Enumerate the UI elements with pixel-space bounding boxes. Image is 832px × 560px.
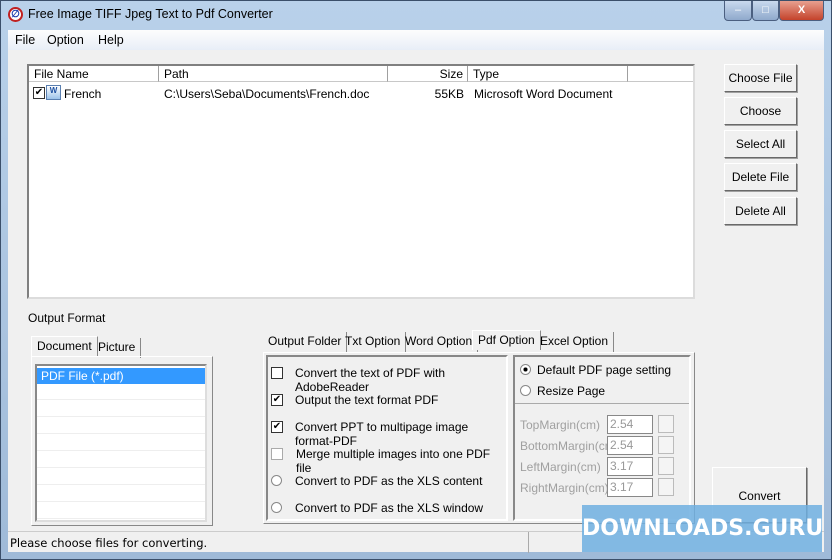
option-adobe-reader[interactable]: Convert the text of PDF with AdobeReader xyxy=(271,366,506,394)
bottom-margin-input[interactable]: 2.54 xyxy=(607,436,653,455)
left-margin-input[interactable]: 3.17 xyxy=(607,457,653,476)
radio-default-page[interactable]: Default PDF page setting xyxy=(520,363,685,377)
output-format-label: Output Format xyxy=(28,311,106,325)
row-checkbox[interactable]: ✔ xyxy=(33,87,45,99)
option-xls-window[interactable]: Convert to PDF as the XLS window xyxy=(271,501,506,515)
maximize-button[interactable]: □ xyxy=(752,1,779,21)
tab-output-folder[interactable]: Output Folder xyxy=(263,332,348,352)
file-list[interactable]: File Name Path Size Type ✔ W French C:\U… xyxy=(27,64,695,299)
tab-txt-option[interactable]: Txt Option xyxy=(340,332,407,352)
left-margin-row: LeftMargin(cm) 3.17 xyxy=(520,457,690,477)
divider xyxy=(515,403,689,404)
top-margin-input[interactable]: 2.54 xyxy=(607,415,653,434)
page-setting-group: Default PDF page setting Resize Page Top… xyxy=(513,355,691,521)
format-item-pdf[interactable]: PDF File (*.pdf) xyxy=(37,368,205,384)
bottom-margin-spinner[interactable] xyxy=(658,436,674,454)
right-margin-row: RightMargin(cm) 3.17 xyxy=(520,478,690,498)
option-text-format-pdf[interactable]: ✔ Output the text format PDF xyxy=(271,393,506,407)
option-ppt-multipage[interactable]: ✔ Convert PPT to multipage image format-P… xyxy=(271,420,506,448)
right-margin-input[interactable]: 3.17 xyxy=(607,478,653,497)
tab-picture[interactable]: Picture xyxy=(93,338,142,358)
file-path: C:\Users\Seba\Documents\French.doc xyxy=(164,87,370,101)
left-margin-spinner[interactable] xyxy=(658,457,674,475)
menu-option[interactable]: Option xyxy=(47,33,84,47)
tab-pdf-option[interactable]: Pdf Option xyxy=(472,330,541,350)
top-margin-row: TopMargin(cm) 2.54 xyxy=(520,415,690,435)
menu-file[interactable]: File xyxy=(15,33,35,47)
file-type: Microsoft Word Document xyxy=(474,87,613,101)
column-spacer xyxy=(628,66,693,82)
delete-all-button[interactable]: Delete All xyxy=(724,197,797,225)
close-button[interactable]: X xyxy=(779,1,824,21)
menu-bar xyxy=(8,30,824,50)
file-name: French xyxy=(64,87,102,101)
option-merge-images[interactable]: Merge multiple images into one PDF file xyxy=(271,447,506,475)
app-icon: ∅ xyxy=(8,7,23,22)
bottom-margin-row: BottomMargin(cm) 2.54 xyxy=(520,436,690,456)
status-text: Please choose files for converting. xyxy=(10,536,208,550)
delete-file-button[interactable]: Delete File xyxy=(724,163,797,191)
minimize-button[interactable]: – xyxy=(724,1,752,21)
column-type[interactable]: Type xyxy=(468,66,628,82)
top-margin-spinner[interactable] xyxy=(658,415,674,433)
tab-document[interactable]: Document xyxy=(31,336,98,356)
column-size[interactable]: Size xyxy=(388,66,468,82)
right-margin-spinner[interactable] xyxy=(658,478,674,496)
column-file-name[interactable]: File Name xyxy=(29,66,159,82)
format-list[interactable]: PDF File (*.pdf) xyxy=(35,364,207,522)
choose-folder-button[interactable]: Choose Folder xyxy=(724,97,797,144)
tab-word-option[interactable]: Word Option xyxy=(400,332,479,352)
table-row[interactable]: ✔ W French C:\Users\Seba\Documents\Frenc… xyxy=(29,85,693,101)
pdf-options-group: Convert the text of PDF with AdobeReader… xyxy=(266,355,508,521)
tab-excel-option[interactable]: Excel Option xyxy=(535,332,615,352)
watermark-logo: DOWNLOADS.GURU xyxy=(582,505,823,552)
option-xls-content[interactable]: Convert to PDF as the XLS content xyxy=(271,474,506,488)
window-title: Free Image TIFF Jpeg Text to Pdf Convert… xyxy=(28,7,273,21)
column-path[interactable]: Path xyxy=(159,66,388,82)
select-all-button[interactable]: Select All xyxy=(724,130,797,158)
radio-resize-page[interactable]: Resize Page xyxy=(520,384,685,398)
menu-help[interactable]: Help xyxy=(98,33,124,47)
choose-file-button[interactable]: Choose File xyxy=(724,64,797,92)
word-document-icon: W xyxy=(46,85,61,100)
file-size: 55KB xyxy=(434,87,464,101)
